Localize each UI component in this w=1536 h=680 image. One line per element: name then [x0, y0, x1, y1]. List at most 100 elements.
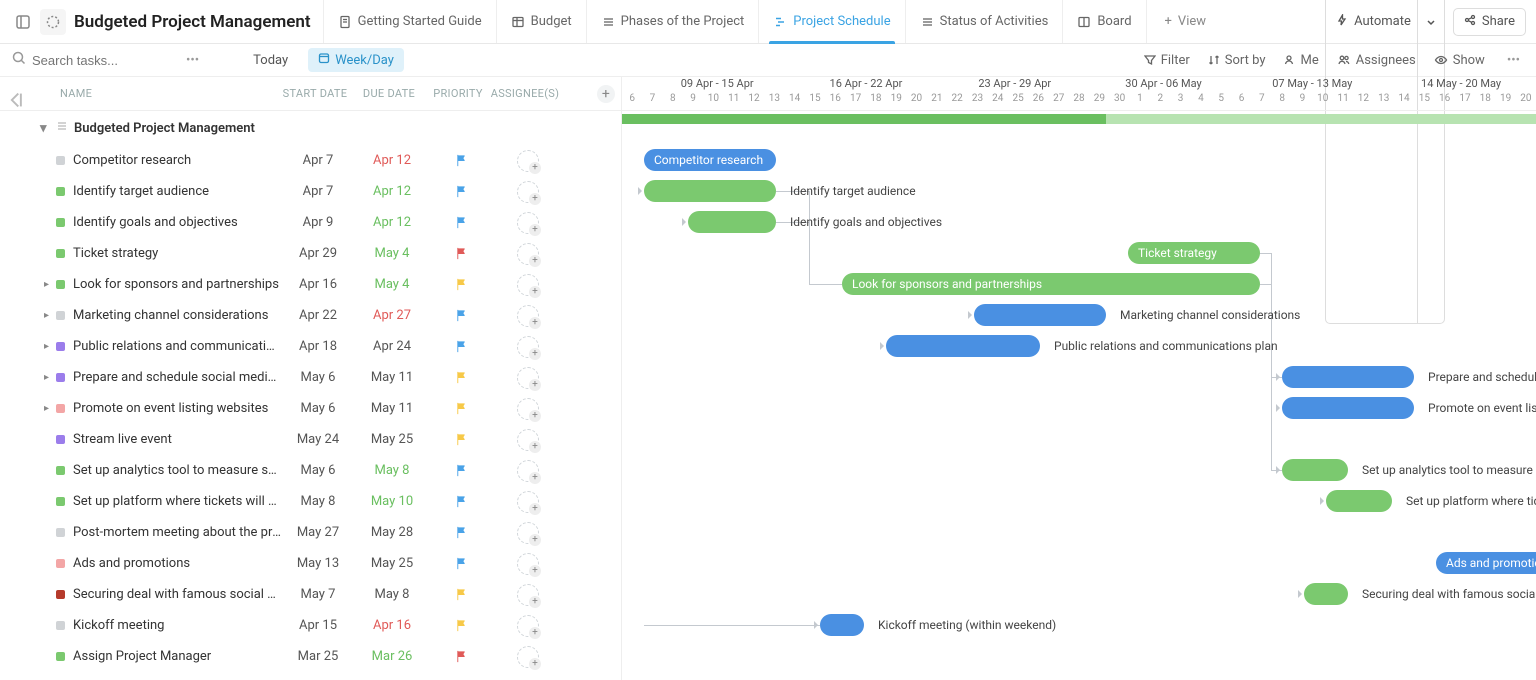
task-start-date[interactable]: May 8: [281, 494, 355, 509]
task-due-date[interactable]: May 8: [355, 463, 429, 478]
task-start-date[interactable]: Apr 16: [281, 277, 355, 292]
task-row[interactable]: Ads and promotionsMay 13May 25: [0, 548, 621, 579]
task-due-date[interactable]: May 25: [355, 556, 429, 571]
gantt-bar[interactable]: [644, 180, 776, 202]
task-due-date[interactable]: Apr 12: [355, 215, 429, 230]
search-input[interactable]: [32, 53, 152, 68]
task-assignee[interactable]: [493, 367, 563, 389]
sort-button[interactable]: Sort by: [1208, 53, 1266, 68]
gantt-bar[interactable]: [820, 614, 864, 636]
task-start-date[interactable]: Apr 7: [281, 153, 355, 168]
add-view-button[interactable]: + View: [1151, 14, 1221, 29]
task-due-date[interactable]: Apr 16: [355, 618, 429, 633]
task-row[interactable]: Stream live eventMay 24May 25: [0, 424, 621, 455]
me-filter-button[interactable]: Me: [1283, 53, 1318, 68]
task-priority[interactable]: [429, 340, 493, 353]
task-due-date[interactable]: May 11: [355, 401, 429, 416]
task-start-date[interactable]: May 24: [281, 432, 355, 447]
task-assignee[interactable]: [493, 584, 563, 606]
tab-project-schedule[interactable]: Project Schedule: [759, 0, 905, 43]
task-assignee[interactable]: [493, 336, 563, 358]
caret-right-icon[interactable]: ▸: [44, 279, 56, 290]
share-button[interactable]: Share: [1453, 8, 1526, 36]
task-due-date[interactable]: Apr 12: [355, 184, 429, 199]
task-priority[interactable]: [429, 402, 493, 415]
gantt-bar[interactable]: [1326, 490, 1392, 512]
task-priority[interactable]: [429, 247, 493, 260]
task-row[interactable]: Set up platform where tickets will be so…: [0, 486, 621, 517]
tab-budget[interactable]: Budget: [497, 0, 587, 43]
task-priority[interactable]: [429, 619, 493, 632]
gantt-body[interactable]: Competitor researchIdentify target audie…: [622, 111, 1536, 680]
task-row[interactable]: Competitor researchApr 7Apr 12: [0, 145, 621, 176]
caret-right-icon[interactable]: ▸: [44, 403, 56, 414]
caret-right-icon[interactable]: ▸: [44, 372, 56, 383]
group-row[interactable]: ▾ Budgeted Project Management: [0, 111, 621, 145]
column-priority[interactable]: Priority: [426, 87, 490, 100]
task-priority[interactable]: [429, 278, 493, 291]
task-row[interactable]: ▸Prepare and schedule social media posts…: [0, 362, 621, 393]
task-assignee[interactable]: [493, 212, 563, 234]
task-assignee[interactable]: [493, 615, 563, 637]
gantt-bar[interactable]: [974, 304, 1106, 326]
task-start-date[interactable]: Apr 22: [281, 308, 355, 323]
task-due-date[interactable]: May 8: [355, 587, 429, 602]
tab-status-of-activities[interactable]: Status of Activities: [906, 0, 1064, 43]
task-due-date[interactable]: May 4: [355, 277, 429, 292]
task-start-date[interactable]: May 6: [281, 401, 355, 416]
task-row[interactable]: ▸Promote on event listing websitesMay 6M…: [0, 393, 621, 424]
task-start-date[interactable]: Apr 29: [281, 246, 355, 261]
task-assignee[interactable]: [493, 646, 563, 668]
caret-right-icon[interactable]: ▸: [44, 310, 56, 321]
task-assignee[interactable]: [493, 274, 563, 296]
task-priority[interactable]: [429, 650, 493, 663]
weekday-toggle[interactable]: Week/Day: [308, 48, 404, 72]
task-priority[interactable]: [429, 154, 493, 167]
gantt-pane[interactable]: 09 Apr - 15 Apr16 Apr - 22 Apr23 Apr - 2…: [622, 77, 1536, 680]
gantt-bar[interactable]: [1282, 459, 1348, 481]
task-assignee[interactable]: [493, 150, 563, 172]
task-priority[interactable]: [429, 309, 493, 322]
column-start-date[interactable]: Start Date: [278, 87, 352, 100]
task-due-date[interactable]: Apr 12: [355, 153, 429, 168]
task-row[interactable]: Securing deal with famous social media i…: [0, 579, 621, 610]
task-row[interactable]: Identify goals and objectivesApr 9Apr 12: [0, 207, 621, 238]
task-due-date[interactable]: May 10: [355, 494, 429, 509]
task-row[interactable]: Post-mortem meeting about the projectMay…: [0, 517, 621, 548]
task-start-date[interactable]: May 6: [281, 463, 355, 478]
task-assignee[interactable]: [493, 181, 563, 203]
task-priority[interactable]: [429, 526, 493, 539]
task-row[interactable]: Ticket strategyApr 29May 4: [0, 238, 621, 269]
task-row[interactable]: Identify target audienceApr 7Apr 12: [0, 176, 621, 207]
task-row[interactable]: ▸Look for sponsors and partnershipsApr 1…: [0, 269, 621, 300]
gantt-bar[interactable]: [1282, 366, 1414, 388]
task-row[interactable]: Set up analytics tool to measure social …: [0, 455, 621, 486]
task-start-date[interactable]: May 13: [281, 556, 355, 571]
task-start-date[interactable]: Apr 7: [281, 184, 355, 199]
gantt-bar[interactable]: [1282, 397, 1414, 419]
task-row[interactable]: ▸Public relations and communications pla…: [0, 331, 621, 362]
gantt-bar[interactable]: Ticket strategy: [1128, 242, 1260, 264]
task-assignee[interactable]: [493, 398, 563, 420]
task-assignee[interactable]: [493, 243, 563, 265]
task-assignee[interactable]: [493, 460, 563, 482]
task-row[interactable]: Assign Project ManagerMar 25Mar 26: [0, 641, 621, 672]
task-priority[interactable]: [429, 371, 493, 384]
page-title[interactable]: Budgeted Project Management: [70, 12, 319, 32]
task-start-date[interactable]: Apr 9: [281, 215, 355, 230]
tab-phases-of-the-project[interactable]: Phases of the Project: [587, 0, 760, 43]
task-start-date[interactable]: May 27: [281, 525, 355, 540]
task-priority[interactable]: [429, 433, 493, 446]
task-priority[interactable]: [429, 495, 493, 508]
tab-getting-started-guide[interactable]: Getting Started Guide: [323, 0, 497, 43]
task-assignee[interactable]: [493, 429, 563, 451]
filter-button[interactable]: Filter: [1144, 53, 1190, 68]
caret-right-icon[interactable]: ▸: [44, 341, 56, 352]
task-priority[interactable]: [429, 185, 493, 198]
task-due-date[interactable]: Apr 27: [355, 308, 429, 323]
more-icon[interactable]: •••: [182, 53, 203, 68]
column-due-date[interactable]: Due Date: [352, 87, 426, 100]
task-row[interactable]: Kickoff meetingApr 15Apr 16: [0, 610, 621, 641]
tab-board[interactable]: Board: [1063, 0, 1146, 43]
task-row[interactable]: ▸Marketing channel considerationsApr 22A…: [0, 300, 621, 331]
